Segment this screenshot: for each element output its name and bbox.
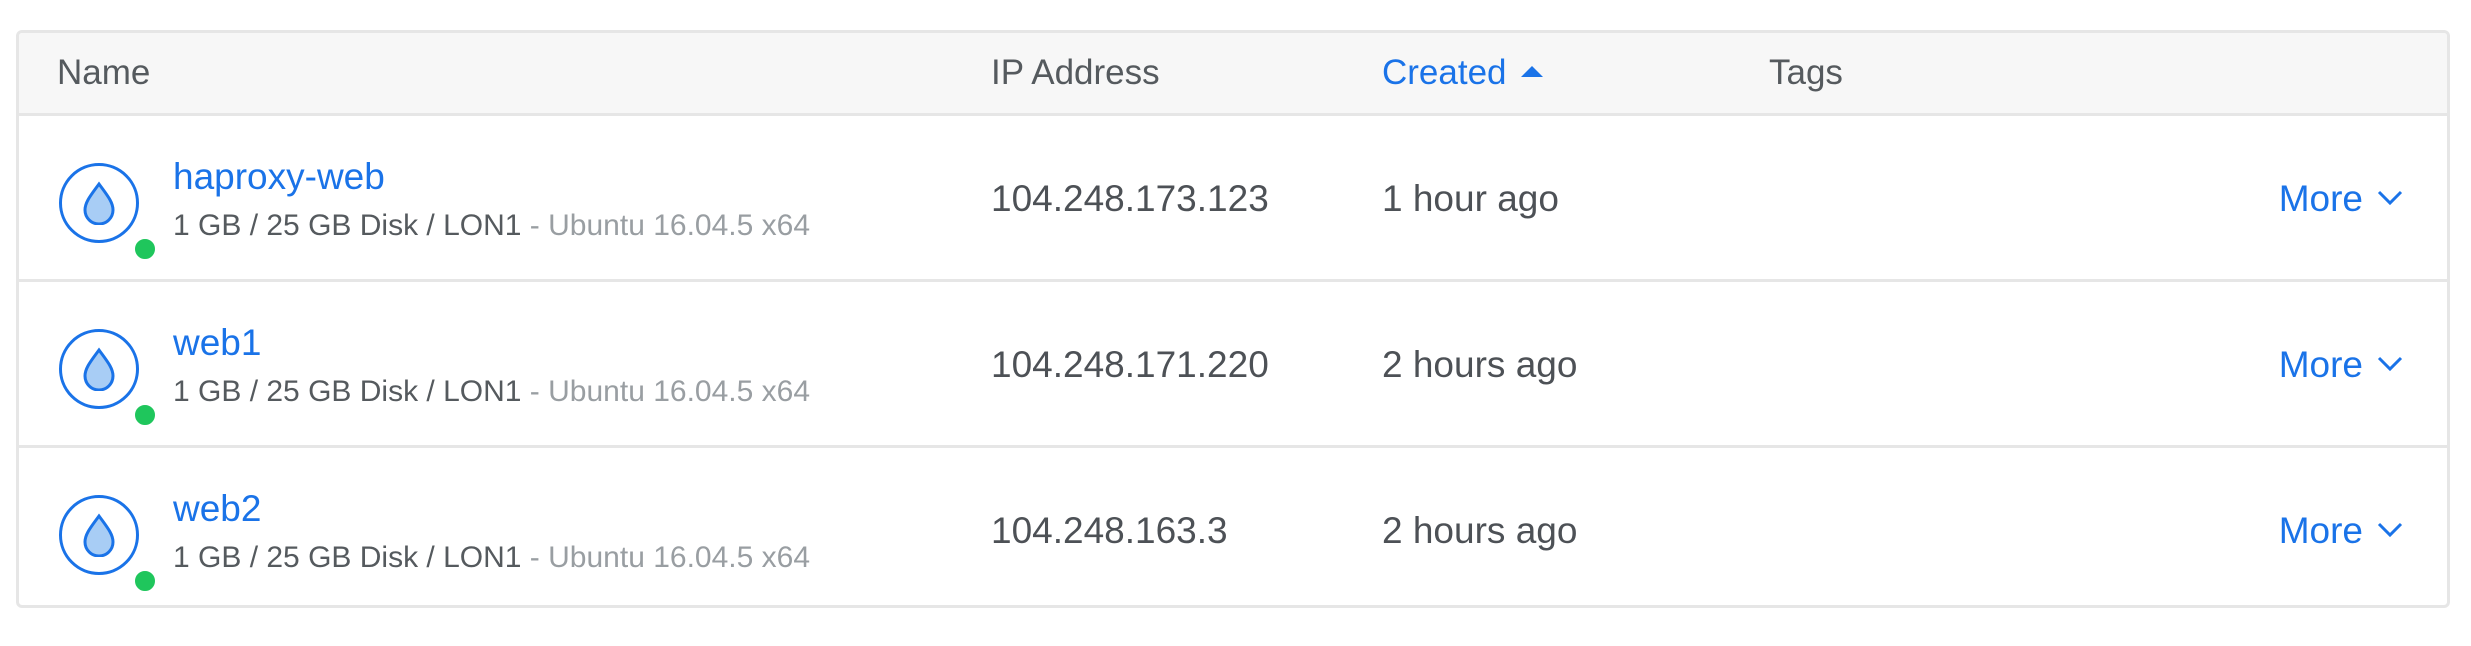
chevron-down-icon (2377, 357, 2403, 372)
status-dot (132, 568, 158, 594)
more-label: More (2278, 510, 2363, 551)
status-dot (132, 402, 158, 428)
droplet-shape (83, 347, 115, 391)
droplet-shape (83, 513, 115, 557)
droplet-shape (83, 181, 115, 225)
status-dot (132, 236, 158, 262)
separator: - (521, 375, 549, 408)
chevron-down-icon (2377, 191, 2403, 206)
sort-up-arrow-icon (1520, 66, 1543, 78)
separator: - (521, 209, 549, 242)
droplet-name-link[interactable]: haproxy-web (173, 154, 385, 200)
droplet-icon (59, 495, 158, 594)
droplets-table: Name IP Address Created Tags haproxy-web… (16, 30, 2450, 608)
separator: - (521, 541, 549, 574)
column-header-created-label: Created (1382, 53, 1507, 92)
droplet-size-region: 1 GB / 25 GB Disk / LON1 (173, 375, 522, 408)
more-button[interactable]: More (2279, 282, 2403, 448)
droplet-icon (59, 163, 158, 262)
droplet-os: Ubuntu 16.04.5 x64 (548, 541, 811, 574)
droplet-ip-address: 104.248.171.220 (991, 344, 1269, 385)
droplet-os: Ubuntu 16.04.5 x64 (548, 209, 811, 242)
droplet-specs: 1 GB / 25 GB Disk / LON1 - Ubuntu 16.04.… (173, 374, 810, 410)
droplet-name-link[interactable]: web1 (173, 320, 261, 366)
droplet-created-time: 1 hour ago (1382, 178, 1559, 219)
droplet-name-link[interactable]: web2 (173, 486, 261, 532)
droplet-icon (59, 329, 158, 428)
table-row: web1 1 GB / 25 GB Disk / LON1 - Ubuntu 1… (19, 282, 2447, 448)
droplet-ip-address: 104.248.163.3 (991, 510, 1228, 551)
column-header-created[interactable]: Created (1382, 33, 1543, 113)
droplet-size-region: 1 GB / 25 GB Disk / LON1 (173, 209, 522, 242)
more-button[interactable]: More (2279, 116, 2403, 282)
droplet-specs: 1 GB / 25 GB Disk / LON1 - Ubuntu 16.04.… (173, 208, 810, 244)
table-row: haproxy-web 1 GB / 25 GB Disk / LON1 - U… (19, 116, 2447, 282)
table-header: Name IP Address Created Tags (19, 33, 2447, 116)
more-label: More (2278, 344, 2363, 385)
droplet-specs: 1 GB / 25 GB Disk / LON1 - Ubuntu 16.04.… (173, 540, 810, 576)
droplet-os: Ubuntu 16.04.5 x64 (548, 375, 811, 408)
droplet-ip-address: 104.248.173.123 (991, 178, 1269, 219)
more-label: More (2278, 178, 2363, 219)
column-header-name[interactable]: Name (57, 33, 150, 113)
column-header-ip-address[interactable]: IP Address (991, 33, 1160, 113)
chevron-down-icon (2377, 523, 2403, 538)
column-header-tags[interactable]: Tags (1769, 33, 1843, 113)
droplet-created-time: 2 hours ago (1382, 510, 1578, 551)
droplet-size-region: 1 GB / 25 GB Disk / LON1 (173, 541, 522, 574)
table-row: web2 1 GB / 25 GB Disk / LON1 - Ubuntu 1… (19, 448, 2447, 605)
droplet-created-time: 2 hours ago (1382, 344, 1578, 385)
more-button[interactable]: More (2278, 448, 2403, 605)
